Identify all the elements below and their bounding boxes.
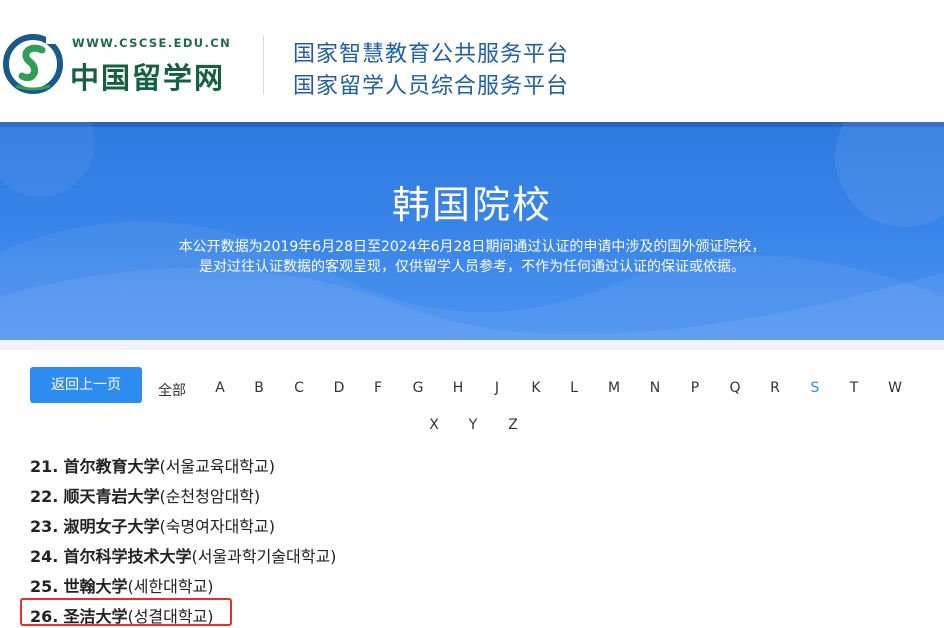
filter-letter-r[interactable]: R: [770, 380, 780, 396]
filter-letter-b[interactable]: B: [254, 380, 264, 396]
school-name-kr: (서울교육대학교): [159, 457, 275, 476]
school-name-kr: (숙명여자대학교): [159, 517, 275, 536]
filter-letter-z[interactable]: Z: [508, 417, 518, 433]
logo-url-text: WWW.CSCSE.EDU.CN: [72, 36, 232, 50]
filter-letter-p[interactable]: P: [691, 380, 699, 396]
filter-letter-f[interactable]: F: [374, 380, 382, 396]
school-number: 21.: [30, 457, 59, 476]
filter-letter-c[interactable]: C: [294, 380, 304, 396]
filter-letter-g[interactable]: G: [413, 380, 424, 396]
filter-letter-n[interactable]: N: [650, 380, 660, 396]
list-item[interactable]: 23. 淑明女子大学(숙명여자대학교): [30, 513, 275, 537]
filter-all[interactable]: 全部: [158, 380, 186, 400]
filter-letter-q[interactable]: Q: [729, 380, 740, 396]
logo-site-name[interactable]: 中国留学网: [70, 55, 225, 97]
filter-letter-w[interactable]: W: [888, 380, 902, 396]
back-button[interactable]: 返回上一页: [30, 367, 142, 403]
school-number: 25.: [30, 577, 59, 596]
school-name-cn: 世翰大学: [63, 577, 128, 596]
school-name-kr: (서울과학기술대학교): [191, 547, 337, 566]
list-item[interactable]: 21. 首尔教育大学(서울교육대학교): [30, 453, 275, 477]
banner-description-line1: 本公开数据为2019年6月28日至2024年6月28日期间通过认证的申请中涉及的…: [178, 239, 766, 255]
school-number: 24.: [30, 547, 59, 566]
school-name-cn: 首尔科学技术大学: [63, 547, 192, 566]
platform-name-line2[interactable]: 国家留学人员综合服务平台: [293, 68, 569, 100]
cscse-logo-icon[interactable]: [2, 30, 64, 100]
page-title: 韩国院校: [391, 183, 552, 227]
filter-letter-m[interactable]: M: [608, 380, 620, 396]
list-item[interactable]: 24. 首尔科学技术大学(서울과학기술대학교): [30, 543, 336, 567]
school-name-cn: 淑明女子大学: [63, 517, 160, 536]
school-number: 23.: [30, 517, 59, 536]
list-item[interactable]: 22. 顺天青岩大学(순천청암대학): [30, 483, 260, 507]
filter-letter-j[interactable]: J: [495, 380, 499, 396]
filter-letter-s-active[interactable]: S: [811, 380, 820, 396]
filter-letter-h[interactable]: H: [453, 380, 464, 396]
banner-shadow-strip: [0, 340, 944, 350]
banner-description-line2: 是对过往认证数据的客观呈现，仅供留学人员参考，不作为任何通过认证的保证或依据。: [199, 259, 745, 275]
school-number: 22.: [30, 487, 59, 506]
school-name-cn: 首尔教育大学: [63, 457, 160, 476]
banner-decoration: [0, 122, 944, 340]
filter-letter-t[interactable]: T: [850, 380, 859, 396]
filter-letter-a[interactable]: A: [215, 380, 225, 396]
filter-letter-k[interactable]: K: [531, 380, 540, 396]
site-header: WWW.CSCSE.EDU.CN 中国留学网 国家智慧教育公共服务平台 国家留学…: [0, 0, 944, 122]
filter-letter-y[interactable]: Y: [469, 417, 478, 433]
school-name-kr: (순천청암대학): [159, 487, 261, 506]
red-highlight-box: [20, 598, 232, 626]
school-name-cn: 顺天青岩大学: [63, 487, 160, 506]
list-item[interactable]: 25. 世翰大学(세한대학교): [30, 573, 214, 597]
platform-name-line1[interactable]: 国家智慧教育公共服务平台: [293, 36, 569, 68]
filter-letter-d[interactable]: D: [334, 380, 345, 396]
school-name-kr: (세한대학교): [127, 577, 214, 596]
filter-letter-l[interactable]: L: [570, 380, 578, 396]
page-banner: 韩国院校 本公开数据为2019年6月28日至2024年6月28日期间通过认证的申…: [0, 122, 944, 340]
header-divider: [263, 36, 264, 94]
filter-letter-x[interactable]: X: [429, 417, 439, 433]
